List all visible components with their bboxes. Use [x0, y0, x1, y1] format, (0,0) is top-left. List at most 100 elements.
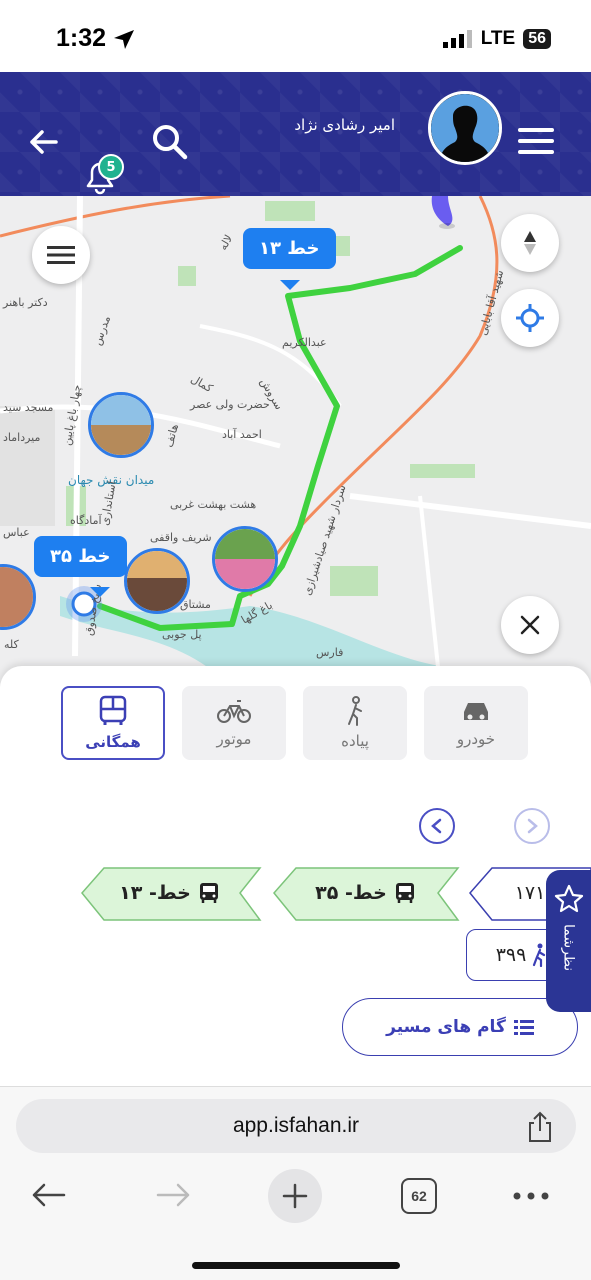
status-time: 1:32	[56, 24, 107, 52]
street-label: هشت بهشت غربی	[170, 498, 256, 511]
address-bar[interactable]: app.isfahan.ir	[16, 1099, 576, 1153]
chevron-right-icon	[527, 818, 538, 834]
route-step-line-13[interactable]: خط- ۱۳	[110, 866, 230, 920]
bus-icon	[199, 883, 218, 903]
poi-image	[0, 567, 33, 627]
menu-line	[518, 128, 554, 132]
crosshair-icon	[516, 304, 544, 332]
pin-shadow	[439, 223, 455, 229]
street-label: مسجد سید	[3, 401, 53, 414]
feedback-label: نظرشما	[560, 924, 577, 972]
battery-level: 56	[523, 29, 551, 49]
walk-distance-value: ۳۹۹	[495, 944, 527, 966]
bicycle-icon	[217, 700, 251, 723]
street-label: حضرت ولی عصر	[189, 398, 270, 411]
line-label-text: خط ۱۳	[259, 238, 320, 259]
road	[349, 493, 591, 529]
street-label: مشتاق	[180, 598, 211, 611]
line-label-text: خط ۳۵	[50, 546, 111, 567]
main-menu-button[interactable]	[518, 128, 554, 154]
street-label: کله	[4, 638, 20, 651]
search-icon[interactable]	[150, 122, 190, 162]
step-label: خط- ۳۵	[315, 882, 387, 904]
map-canvas: دکتر باهنر مدرس چهار باغ پایین مسجد سید …	[0, 196, 591, 686]
poi-image-foliage	[215, 529, 275, 559]
line-35-label[interactable]: خط ۳۵	[34, 536, 127, 577]
map-view[interactable]: دکتر باهنر مدرس چهار باغ پایین مسجد سید …	[0, 196, 591, 686]
compass-icon	[524, 231, 536, 255]
list-icon	[513, 1020, 534, 1035]
park-area	[265, 201, 315, 221]
mode-walk[interactable]: پیاده	[303, 686, 407, 760]
previous-route-arrow[interactable]	[419, 808, 455, 844]
poi-image-sky	[91, 395, 151, 425]
menu-icon	[47, 246, 75, 264]
feedback-tab[interactable]: نظرشما	[546, 870, 591, 1012]
street-label: کمال	[189, 372, 216, 395]
status-indicators: LTE 56	[442, 28, 551, 50]
poi-photo-marker[interactable]	[124, 548, 190, 614]
status-bar: 1:32 LTE 56	[0, 0, 591, 72]
signal-icon	[442, 30, 472, 48]
close-route-button[interactable]	[501, 596, 559, 654]
route-steps-button[interactable]: گام های مسیر	[342, 998, 578, 1056]
block-area	[0, 406, 55, 526]
street-label: عبدالکریم	[282, 336, 327, 349]
street-label: شریف واقفی	[150, 531, 212, 544]
plus-icon	[282, 1183, 308, 1209]
bus-icon	[99, 695, 127, 725]
route-panel: خودرو پیاده موتور همگانی خط- ۱۳ خط- ۳۵ ۱…	[0, 666, 591, 1086]
tab-count-button[interactable]: 62	[401, 1178, 437, 1214]
network-type: LTE	[480, 28, 516, 49]
my-location-button[interactable]	[501, 289, 559, 347]
street-label: لاله	[216, 233, 235, 253]
street-label: پل جوبی	[162, 628, 202, 641]
route-steps-label: گام های مسیر	[386, 1017, 506, 1037]
app-header: 5 امیر رشادی نژاد	[0, 72, 591, 196]
route-step-line-35[interactable]: خط- ۳۵	[302, 866, 430, 920]
street-label: هاتف	[162, 422, 181, 448]
line-13-label[interactable]: خط ۱۳	[243, 228, 336, 269]
park-area	[410, 464, 475, 478]
label-pointer-icon	[90, 587, 110, 597]
mode-public-transport[interactable]: همگانی	[61, 686, 165, 760]
mode-label: پیاده	[341, 732, 369, 750]
chevron-left-icon	[431, 818, 442, 834]
notification-button[interactable]: 5	[80, 154, 124, 195]
destination-pin-icon	[431, 196, 453, 226]
street-label: مدرس	[91, 314, 114, 347]
user-name: امیر رشادی نژاد	[294, 116, 395, 134]
walk-icon	[348, 696, 362, 726]
street-label: دکتر باهنر	[2, 296, 48, 309]
mode-label: خودرو	[456, 730, 496, 748]
notification-count-badge: 5	[98, 154, 124, 180]
browser-forward-icon[interactable]	[154, 1181, 192, 1209]
mode-motorcycle[interactable]: موتور	[182, 686, 286, 760]
location-arrow-icon	[114, 30, 134, 49]
map-layers-menu-button[interactable]	[32, 226, 90, 284]
more-options-icon[interactable]	[512, 1191, 550, 1201]
url-text: app.isfahan.ir	[232, 1114, 360, 1137]
app-root: 1:32 LTE 56 5 امیر رشادی نژاد دکتر باهنر…	[0, 0, 591, 1280]
mode-label: همگانی	[85, 733, 141, 751]
avatar[interactable]	[428, 91, 502, 165]
label-pointer-icon	[280, 280, 300, 290]
browser-back-icon[interactable]	[30, 1181, 68, 1209]
arterial-road	[0, 196, 231, 238]
new-tab-button[interactable]	[268, 1169, 322, 1223]
next-route-arrow[interactable]	[514, 808, 550, 844]
road	[418, 495, 442, 686]
park-area	[178, 266, 196, 286]
back-arrow-icon[interactable]	[28, 128, 60, 156]
step-label: ۱۷۱	[514, 882, 546, 904]
park-area	[330, 566, 378, 596]
step-label: خط- ۱۳	[119, 882, 191, 904]
poi-photo-marker[interactable]	[88, 392, 154, 458]
mode-car[interactable]: خودرو	[424, 686, 528, 760]
share-icon[interactable]	[526, 1111, 554, 1143]
compass-button[interactable]	[501, 214, 559, 272]
poi-photo-marker[interactable]	[212, 526, 278, 592]
menu-line	[518, 139, 554, 143]
poi-image-bridge	[127, 578, 187, 611]
street-label: احمد آباد	[222, 427, 262, 441]
